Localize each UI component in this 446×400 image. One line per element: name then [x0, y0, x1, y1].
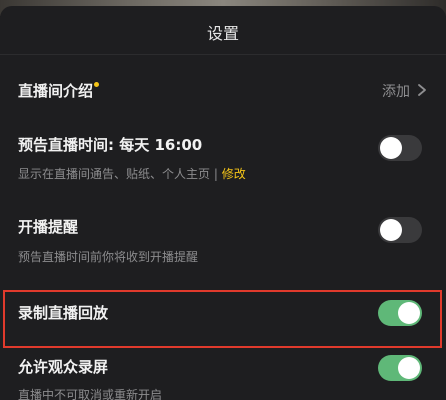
row-allow-record-subtitle: 直播中不可取消或重新开启: [18, 388, 163, 400]
record-replay-toggle[interactable]: [378, 300, 422, 326]
row-allow-record: 允许观众录屏 直播中不可取消或重新开启: [0, 352, 446, 400]
allow-record-toggle[interactable]: [378, 355, 422, 381]
new-dot-icon: [94, 82, 100, 87]
settings-sheet: 设置 直播间介绍 添加 预告直播时间: 每天 16:00 显示在直播间通告、贴纸…: [0, 6, 446, 400]
row-live-intro-title: 直播间介绍: [18, 80, 100, 101]
toggle-knob: [398, 302, 420, 324]
title-divider: [0, 54, 446, 55]
sheet-title: 设置: [206, 24, 239, 43]
toggle-knob: [380, 137, 402, 159]
row-live-intro[interactable]: 直播间介绍 添加: [0, 76, 446, 112]
preview-time-toggle[interactable]: [378, 135, 422, 161]
add-link[interactable]: 添加: [382, 81, 410, 101]
row-allow-record-title: 允许观众录屏: [18, 358, 109, 376]
row-preview-time: 预告直播时间: 每天 16:00 显示在直播间通告、贴纸、个人主页 | 修改: [0, 130, 446, 190]
modify-link[interactable]: 修改: [222, 167, 246, 181]
row-preview-time-subtitle: 显示在直播间通告、贴纸、个人主页 | 修改: [18, 167, 246, 181]
toggle-knob: [380, 219, 402, 241]
toggle-knob: [398, 357, 420, 379]
chevron-right-icon: [418, 84, 426, 96]
row-preview-time-title: 预告直播时间: 每天 16:00: [18, 136, 203, 154]
row-start-reminder: 开播提醒 预告直播时间前你将收到开播提醒: [0, 212, 446, 272]
row-start-reminder-subtitle: 预告直播时间前你将收到开播提醒: [18, 250, 199, 264]
start-reminder-toggle[interactable]: [378, 217, 422, 243]
row-start-reminder-title: 开播提醒: [18, 218, 79, 236]
row-record-replay-title: 录制直播回放: [18, 304, 109, 322]
row-record-replay: 录制直播回放: [0, 296, 446, 336]
